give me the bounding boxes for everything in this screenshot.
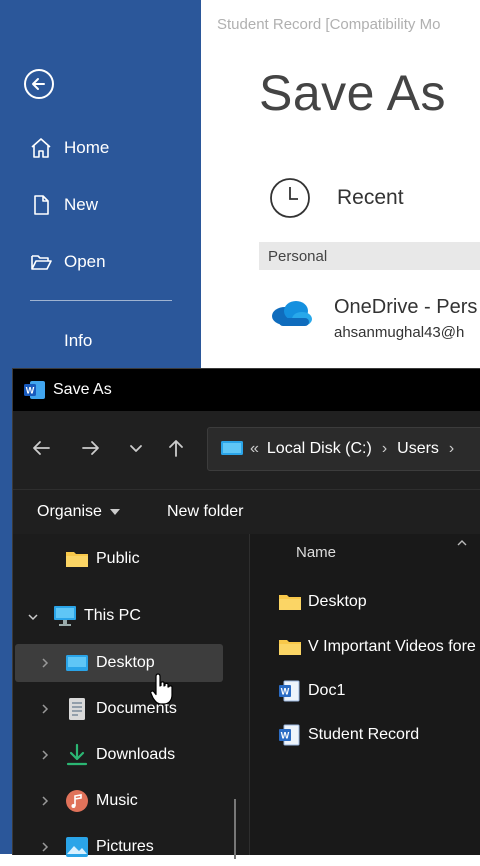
open-folder-icon (28, 249, 54, 275)
file-name: Desktop (308, 593, 367, 610)
breadcrumb-local-disk[interactable]: Local Disk (C:) (267, 440, 372, 458)
hand-cursor-icon (150, 673, 173, 705)
chevron-right-icon[interactable] (39, 657, 51, 669)
file-name: Student Record (308, 726, 420, 743)
chevron-down-icon[interactable] (125, 437, 147, 459)
navigation-scrollbar[interactable] (234, 799, 236, 859)
chevron-right-icon[interactable] (39, 795, 51, 807)
breadcrumb-users[interactable]: Users (397, 440, 439, 458)
tree-item-desktop[interactable]: Desktop (65, 644, 155, 682)
personal-section-header: Personal (259, 242, 480, 270)
chevron-down-icon[interactable] (27, 611, 39, 623)
nav-home[interactable]: Home (28, 133, 109, 163)
music-icon (66, 790, 88, 812)
address-bar[interactable]: « Local Disk (C:) › Users › (207, 427, 480, 471)
tree-label-pictures: Pictures (96, 838, 154, 855)
back-arrow-icon (32, 78, 45, 90)
word-app-icon: W (24, 381, 45, 399)
chevron-right-icon[interactable]: › (382, 440, 387, 458)
tree-label-public: Public (96, 550, 140, 567)
word-document-icon: W (278, 680, 302, 702)
file-row[interactable]: Desktop (278, 587, 367, 617)
home-icon (28, 135, 54, 161)
navigation-pane: Public This PC Desktop Documents Downloa… (13, 534, 250, 859)
recent-label: Recent (337, 186, 404, 209)
organise-label: Organise (37, 503, 102, 520)
organise-button[interactable]: Organise (37, 503, 121, 521)
svg-text:W: W (281, 687, 290, 697)
document-title: Student Record [Compatibility Mo (217, 16, 441, 33)
nav-divider (30, 300, 172, 301)
column-header-name[interactable]: Name (296, 544, 336, 561)
file-row[interactable]: V Important Videos fore (278, 632, 476, 662)
word-document-icon: W (278, 724, 302, 746)
caret-down-icon (109, 509, 120, 515)
tree-item-pictures[interactable]: Pictures (65, 828, 154, 866)
dialog-title-bar[interactable]: W Save As (13, 369, 480, 411)
dialog-title: Save As (53, 381, 112, 398)
back-arrow-icon[interactable] (30, 437, 52, 459)
new-document-icon (28, 192, 54, 218)
nav-new[interactable]: New (28, 190, 98, 220)
recent-location[interactable]: Recent (269, 177, 404, 219)
svg-text:W: W (281, 731, 290, 741)
up-arrow-icon[interactable] (165, 437, 187, 459)
file-row[interactable]: W Student Record (278, 720, 419, 750)
file-list-pane: Name Desktop V Important Videos fore W D… (250, 534, 480, 855)
tree-label-this-pc: This PC (84, 607, 141, 624)
file-name: V Important Videos fore (308, 638, 476, 655)
back-button[interactable] (24, 69, 54, 99)
tree-item-this-pc[interactable]: This PC (53, 597, 141, 635)
onedrive-email: ahsanmughal43@h (334, 324, 465, 341)
tree-item-downloads[interactable]: Downloads (65, 736, 175, 774)
new-folder-label: New folder (167, 503, 244, 520)
svg-text:W: W (26, 386, 35, 396)
folder-icon (278, 591, 302, 613)
onedrive-name[interactable]: OneDrive - Pers (334, 296, 477, 319)
nav-new-label: New (64, 195, 99, 214)
tree-label-desktop: Desktop (96, 654, 155, 671)
nav-home-label: Home (64, 138, 110, 157)
tree-item-public[interactable]: Public (65, 540, 140, 578)
nav-open-label: Open (64, 252, 106, 271)
chevron-right-icon[interactable] (39, 703, 51, 715)
dialog-toolbar: Organise New folder (13, 489, 480, 535)
onedrive-cloud-icon (272, 301, 312, 326)
forward-arrow-icon[interactable] (80, 437, 102, 459)
personal-label: Personal (268, 248, 328, 265)
chevron-right-icon[interactable]: › (449, 440, 454, 458)
download-icon (66, 743, 88, 766)
chevron-right-icon[interactable] (39, 841, 51, 853)
computer-icon (54, 606, 76, 626)
tree-label-music: Music (96, 792, 138, 809)
new-folder-button[interactable]: New folder (167, 503, 243, 521)
breadcrumb-separator: « (250, 440, 259, 457)
address-row: « Local Disk (C:) › Users › (13, 411, 480, 489)
chevron-up-icon[interactable] (456, 538, 468, 548)
save-as-dialog: W Save As « Local Disk (C:) › Users › Or… (12, 368, 480, 859)
file-name: Doc1 (308, 682, 346, 699)
pictures-icon (66, 837, 88, 857)
documents-icon (69, 698, 85, 720)
folder-icon (66, 552, 88, 567)
nav-open[interactable]: Open (28, 247, 106, 277)
clock-icon (270, 178, 310, 218)
tree-item-music[interactable]: Music (65, 782, 138, 820)
desktop-icon (66, 655, 88, 671)
nav-info[interactable]: Info (64, 331, 92, 351)
page-title: Save As (259, 65, 446, 121)
pc-icon (221, 441, 243, 455)
folder-icon (278, 636, 302, 658)
chevron-right-icon[interactable] (39, 749, 51, 761)
file-row[interactable]: W Doc1 (278, 676, 345, 706)
tree-label-downloads: Downloads (96, 746, 176, 763)
